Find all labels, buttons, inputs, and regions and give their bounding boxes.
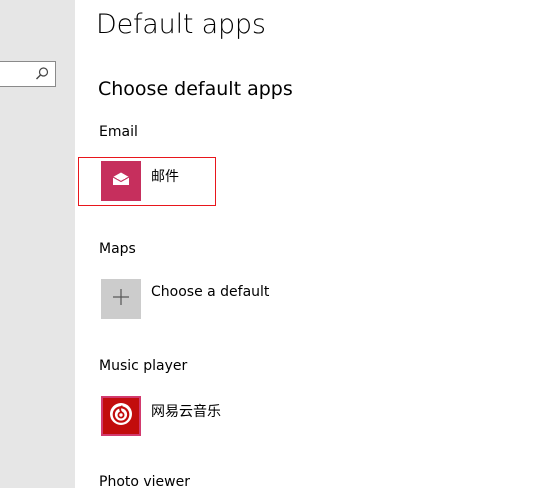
photo-viewer-label: Photo viewer [99,474,190,488]
music-app-name: 网易云音乐 [151,404,221,420]
maps-label: Maps [99,241,136,257]
highlight-box [78,157,216,206]
plus-icon [112,288,130,310]
section-title: Choose default apps [98,78,293,100]
music-app-tile [101,396,141,436]
navigation-pane [0,0,75,488]
mail-icon [112,171,130,191]
music-player-label: Music player [99,358,188,374]
main-content: Default apps Choose default apps Email 邮… [75,0,556,488]
netease-music-icon [109,402,133,430]
mail-app-tile [101,161,141,201]
page-title: Default apps [96,9,266,40]
maps-app-name: Choose a default [151,284,270,300]
email-label: Email [99,124,138,140]
settings-window: Default apps Choose default apps Email 邮… [0,0,556,488]
search-input[interactable] [0,61,56,87]
email-app-name: 邮件 [151,169,179,185]
maps-app-tile [101,279,141,319]
search-icon[interactable] [34,66,50,82]
